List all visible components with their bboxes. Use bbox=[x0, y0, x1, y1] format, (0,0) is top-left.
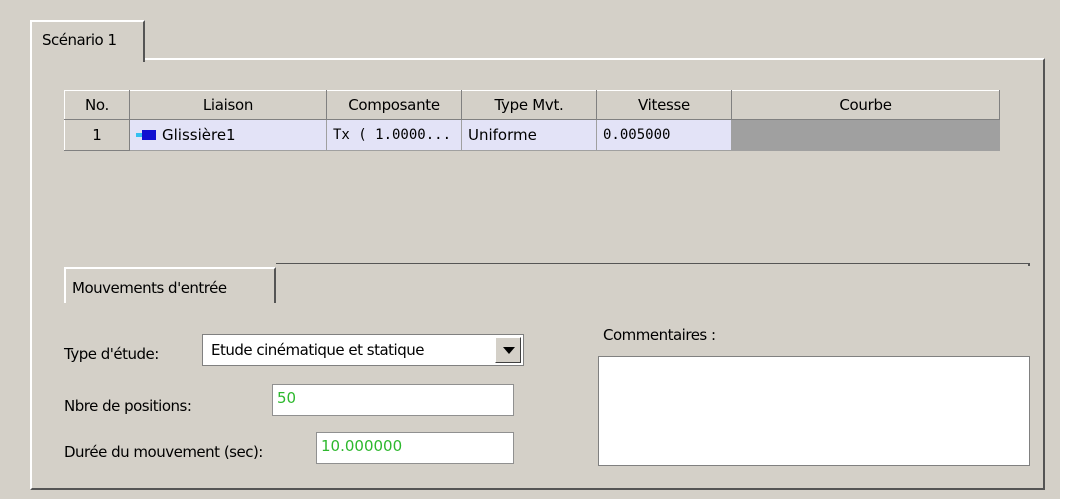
duree-input[interactable]: 10.000000 bbox=[316, 432, 514, 464]
dropdown-button[interactable] bbox=[495, 337, 521, 363]
column-header-no[interactable]: No. bbox=[64, 90, 130, 120]
positions-value: 50 bbox=[277, 389, 297, 407]
positions-input[interactable]: 50 bbox=[272, 384, 514, 416]
movements-table: No. Liaison Composante Type Mvt. Vitesse… bbox=[64, 90, 1000, 151]
tab-mouvements-label: Mouvements d'entrée bbox=[72, 279, 227, 297]
cell-no[interactable]: 1 bbox=[64, 119, 130, 151]
cell-courbe[interactable] bbox=[731, 119, 1000, 151]
comment-textarea[interactable] bbox=[598, 356, 1030, 466]
cell-composante[interactable]: Tx ( 1.0000... bbox=[326, 119, 462, 151]
tab-scenario-1[interactable]: Scénario 1 bbox=[30, 20, 145, 62]
tab-mouvements-entree[interactable]: Mouvements d'entrée bbox=[64, 267, 276, 303]
cell-vitesse[interactable]: 0.005000 bbox=[596, 119, 732, 151]
subtab-divider bbox=[276, 263, 1030, 266]
column-header-vitesse[interactable]: Vitesse bbox=[596, 90, 732, 120]
duree-label: Durée du mouvement (sec): bbox=[64, 443, 263, 461]
table-row[interactable]: 1 Glissière1 Tx ( 1.0000... Uniforme 0.0… bbox=[64, 119, 1000, 151]
tab-scenario-label: Scénario 1 bbox=[42, 31, 117, 49]
positions-label: Nbre de positions: bbox=[64, 397, 192, 415]
table-header-row: No. Liaison Composante Type Mvt. Vitesse… bbox=[64, 90, 1000, 120]
column-header-liaison[interactable]: Liaison bbox=[129, 90, 327, 120]
column-header-composante[interactable]: Composante bbox=[326, 90, 462, 120]
chevron-down-icon bbox=[503, 347, 515, 354]
duree-value: 10.000000 bbox=[321, 437, 403, 455]
column-header-type-mvt[interactable]: Type Mvt. bbox=[461, 90, 597, 120]
comment-label: Commentaires : bbox=[603, 326, 716, 344]
slider-joint-icon bbox=[136, 129, 158, 142]
type-etude-value: Etude cinématique et statique bbox=[211, 341, 424, 359]
type-etude-label: Type d'étude: bbox=[64, 345, 159, 363]
cell-liaison[interactable]: Glissière1 bbox=[129, 119, 327, 151]
cell-type-mvt[interactable]: Uniforme bbox=[461, 119, 597, 151]
column-header-courbe[interactable]: Courbe bbox=[731, 90, 1000, 120]
type-etude-select[interactable]: Etude cinématique et statique bbox=[202, 334, 524, 366]
cell-liaison-label: Glissière1 bbox=[162, 126, 236, 144]
